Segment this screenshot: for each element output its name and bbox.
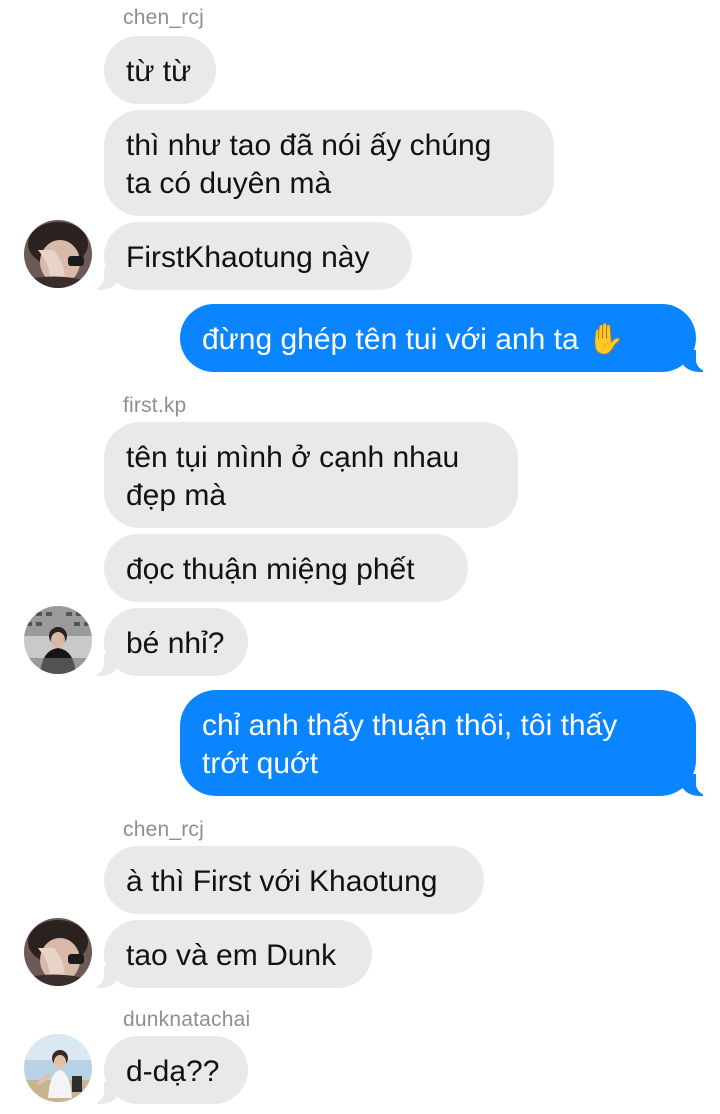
message-bubble-incoming[interactable]: bé nhỉ? (90, 608, 248, 676)
avatar[interactable] (24, 220, 92, 288)
message-bubble-incoming[interactable]: thì như tao đã nói ấy chúng ta có duyên … (104, 110, 554, 216)
avatar-chen-rcj-icon (24, 220, 92, 288)
avatar[interactable] (24, 1034, 92, 1102)
sender-name: chen_rcj (123, 818, 204, 841)
message-bubble-incoming[interactable]: đọc thuận miệng phết (104, 534, 468, 602)
message-bubble-incoming[interactable]: FirstKhaotung này (90, 222, 412, 290)
avatar[interactable] (24, 918, 92, 986)
avatar-chen-rcj-icon (24, 918, 92, 986)
sender-name: first.kp (123, 394, 187, 417)
message-bubble-incoming[interactable]: tao và em Dunk (90, 920, 372, 988)
message-bubble-outgoing[interactable]: chỉ anh thấy thuận thôi, tôi thấy trớt q… (180, 690, 710, 796)
message-bubble-incoming[interactable]: d-dạ?? (90, 1036, 248, 1104)
sender-name: dunknatachai (123, 1008, 251, 1031)
avatar-first-kp-icon (24, 606, 92, 674)
sender-name: chen_rcj (123, 6, 204, 29)
avatar-dunknatachai-icon (24, 1034, 92, 1102)
message-bubble-incoming[interactable]: tên tụi mình ở cạnh nhau đẹp mà (104, 422, 518, 528)
message-bubble-incoming[interactable]: từ từ (104, 36, 216, 104)
message-bubble-incoming[interactable]: à thì First với Khaotung (104, 846, 484, 914)
avatar[interactable] (24, 606, 92, 674)
message-bubble-outgoing[interactable]: đừng ghép tên tui với anh ta ✋ (180, 304, 710, 372)
